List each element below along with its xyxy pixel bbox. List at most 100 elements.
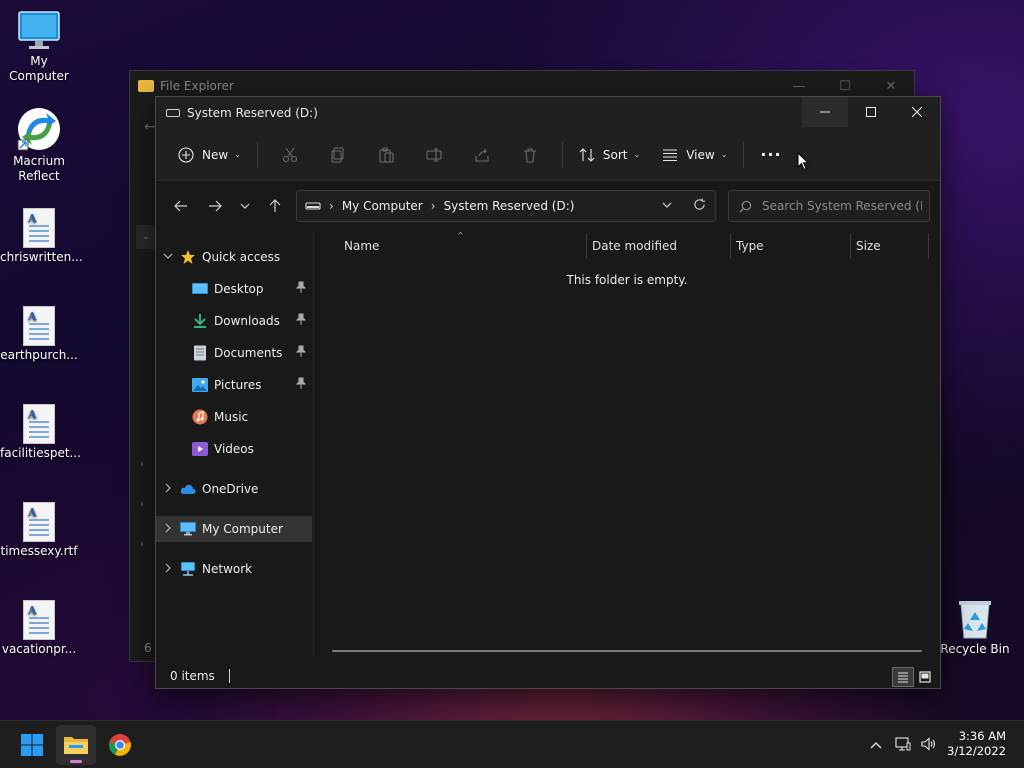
network-icon [180, 561, 196, 577]
maximize-icon [866, 107, 876, 117]
view-button[interactable]: View ⌄ [654, 139, 735, 171]
desktop-icon-rtf-4[interactable]: timessexy.rtf [0, 502, 78, 559]
nav-label: Pictures [214, 378, 262, 392]
delete-button[interactable] [506, 139, 554, 171]
copy-icon [331, 147, 344, 162]
chevron-right-icon[interactable]: › [140, 539, 144, 550]
chevron-right-icon[interactable]: › [140, 499, 144, 510]
chevron-down-icon[interactable] [156, 251, 180, 264]
pin-icon[interactable] [295, 377, 307, 392]
desktop-icon-macrium-reflect[interactable]: Macrium Reflect [0, 106, 78, 184]
view-toggles [892, 667, 936, 687]
tiles-view-button[interactable] [914, 667, 936, 687]
navigation-pane[interactable]: Quick access Desktop Downloads Documents… [156, 231, 314, 657]
nav-documents[interactable]: Documents [156, 340, 312, 366]
column-date-label: Date modified [592, 239, 678, 253]
horizontal-scrollbar[interactable] [332, 650, 922, 652]
show-hidden-icons-button[interactable] [862, 738, 890, 752]
close-button[interactable] [894, 97, 940, 127]
maximize-button[interactable] [848, 97, 894, 127]
chevron-right-icon[interactable]: › [431, 199, 436, 213]
chevron-right-icon[interactable]: › [329, 199, 334, 213]
address-bar-actions [651, 191, 715, 221]
column-type[interactable]: Type [730, 231, 850, 261]
forward-button[interactable] [198, 191, 232, 221]
trash-icon [523, 148, 536, 162]
address-history-dropdown[interactable] [651, 199, 683, 213]
taskbar-clock[interactable]: 3:36 AM 3/12/2022 [947, 729, 1006, 759]
recent-locations-button[interactable] [232, 191, 258, 221]
back-arrow-icon[interactable]: ← [144, 119, 156, 135]
nav-music[interactable]: Music [156, 404, 312, 430]
taskbar-chrome[interactable] [100, 725, 140, 765]
desktop-icon-rtf-1[interactable]: chriswritten... [0, 208, 83, 265]
pin-icon[interactable] [295, 281, 307, 296]
nav-desktop[interactable]: Desktop [156, 276, 312, 302]
desktop-icon-rtf-2[interactable]: earthpurch... [0, 306, 78, 363]
nav-my-computer[interactable]: My Computer [156, 516, 312, 542]
nav-quick-access[interactable]: Quick access [156, 244, 312, 270]
share-button[interactable] [458, 139, 506, 171]
arrow-up-icon [269, 199, 281, 212]
refresh-button[interactable] [683, 198, 715, 214]
column-size[interactable]: Size [850, 231, 928, 261]
details-view-button[interactable] [892, 667, 914, 687]
details-view-icon [898, 672, 908, 683]
desktop-icon-label: vacationpr... [1, 642, 77, 656]
clock-date: 3/12/2022 [947, 744, 1006, 758]
chevron-right-icon[interactable] [156, 563, 180, 576]
desktop-icon-recycle-bin[interactable]: Recycle Bin [936, 598, 1014, 657]
desktop-icon-label: chriswritten... [0, 250, 83, 264]
chevron-right-icon[interactable] [156, 483, 180, 496]
pin-icon[interactable] [295, 313, 307, 328]
view-list-icon [663, 148, 678, 161]
paste-button[interactable] [362, 139, 410, 171]
search-input[interactable] [762, 199, 922, 213]
nav-videos[interactable]: Videos [156, 436, 312, 462]
arrow-right-icon [209, 200, 222, 212]
rename-button[interactable] [410, 139, 458, 171]
desktop-icon-my-computer[interactable]: My Computer [0, 10, 78, 84]
chevron-right-icon[interactable] [156, 523, 180, 536]
volume-button[interactable] [916, 736, 942, 754]
nav-onedrive[interactable]: OneDrive [156, 476, 312, 502]
breadcrumb-system-reserved[interactable]: System Reserved (D:) [444, 199, 575, 213]
taskbar-file-explorer[interactable] [56, 725, 96, 765]
monitor-icon [180, 521, 196, 537]
desktop-icon-rtf-3[interactable]: facilitiespet... [0, 404, 81, 461]
network-status-button[interactable] [890, 736, 916, 754]
window-titlebar[interactable]: System Reserved (D:) [156, 97, 940, 129]
back-button[interactable] [164, 191, 198, 221]
copy-button[interactable] [314, 139, 362, 171]
windows-logo-icon [21, 734, 43, 756]
sort-button[interactable]: Sort ⌄ [571, 139, 648, 171]
more-options-button[interactable]: ··· [752, 139, 789, 171]
start-button[interactable] [12, 725, 52, 765]
nav-downloads[interactable]: Downloads [156, 308, 312, 334]
new-button[interactable]: New ⌄ [170, 139, 249, 171]
cut-button[interactable] [266, 139, 314, 171]
desktop-icon-rtf-5[interactable]: vacationpr... [0, 600, 78, 657]
column-date-modified[interactable]: Date modified [586, 231, 730, 261]
file-list-pane[interactable]: ^ Name Date modified Type Size This fold… [314, 231, 940, 657]
nav-network[interactable]: Network [156, 556, 312, 582]
taskbar: 3:36 AM 3/12/2022 [0, 720, 1024, 768]
chevron-right-icon[interactable]: › [140, 459, 144, 470]
nav-pictures[interactable]: Pictures [156, 372, 312, 398]
minimize-button[interactable] [802, 97, 848, 127]
clock-time: 3:36 AM [958, 729, 1006, 743]
nav-label: Downloads [214, 314, 280, 328]
chevron-down-icon[interactable]: ⌄ [136, 225, 156, 249]
column-name[interactable]: Name [338, 231, 586, 261]
up-button[interactable] [258, 191, 292, 221]
chevron-down-icon [240, 203, 250, 209]
column-divider[interactable] [928, 233, 929, 259]
search-box[interactable] [728, 190, 930, 222]
rtf-document-icon [23, 600, 55, 640]
search-icon [739, 200, 752, 212]
file-explorer-window[interactable]: System Reserved (D:) New ⌄ Sort ⌄ View ⌄… [155, 96, 941, 689]
desktop-icon-label: timessexy.rtf [0, 544, 78, 558]
address-bar[interactable]: › My Computer › System Reserved (D:) [296, 190, 716, 222]
breadcrumb-my-computer[interactable]: My Computer [342, 199, 423, 213]
pin-icon[interactable] [295, 345, 307, 360]
